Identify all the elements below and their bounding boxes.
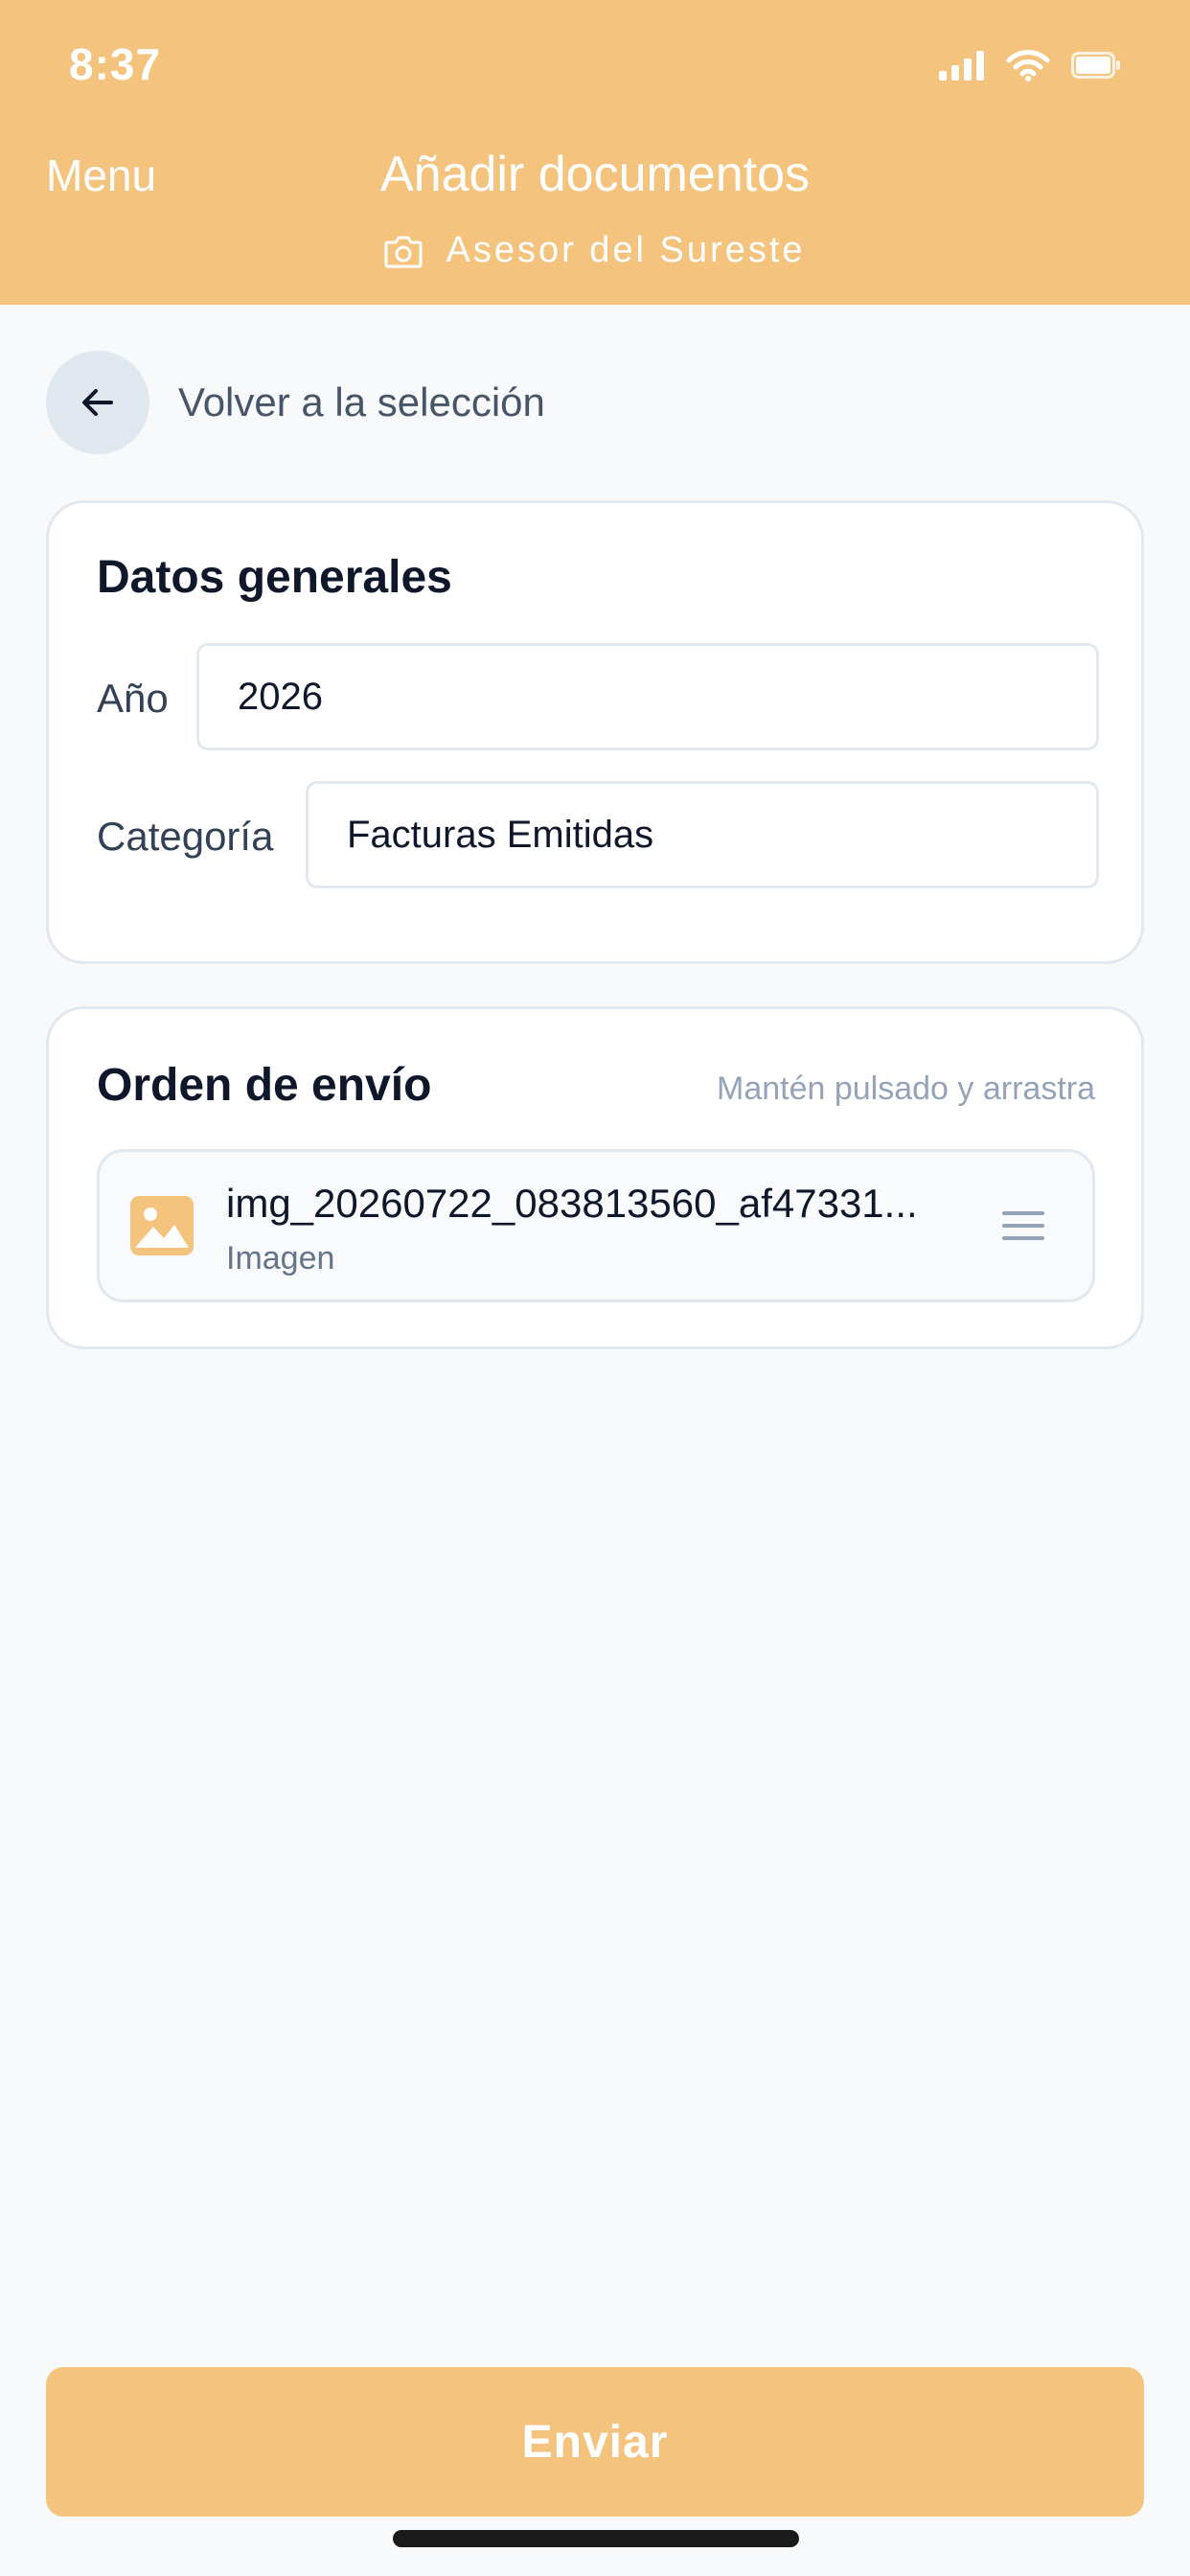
arrow-left-icon bbox=[82, 389, 113, 416]
file-type: Imagen bbox=[226, 1240, 335, 1276]
send-order-title: Orden de envío bbox=[97, 1060, 432, 1111]
status-time: 8:37 bbox=[69, 39, 162, 89]
file-name: img_20260722_083813560_af47331... bbox=[226, 1181, 918, 1226]
wifi-icon bbox=[1006, 50, 1050, 81]
drag-hint: Mantén pulsado y arrastra bbox=[717, 1070, 1095, 1107]
subtitle-label: Asesor del Sureste bbox=[446, 230, 806, 270]
send-button[interactable]: Enviar bbox=[46, 2367, 1144, 2517]
camera-icon bbox=[384, 236, 423, 267]
battery-icon bbox=[1071, 52, 1120, 79]
signal-icon bbox=[939, 51, 984, 80]
drag-handle-icon[interactable] bbox=[1000, 1209, 1046, 1242]
general-data-title: Datos generales bbox=[97, 552, 452, 603]
page-title: Añadir documentos bbox=[379, 147, 811, 202]
send-order-card: Orden de envío Mantén pulsado y arrastra… bbox=[46, 1006, 1144, 1349]
category-value: Facturas Emitidas bbox=[347, 813, 654, 856]
general-data-card: Datos generales Año 2026 Categoría Factu… bbox=[46, 500, 1144, 964]
image-icon bbox=[130, 1196, 194, 1255]
home-indicator bbox=[393, 2530, 799, 2547]
category-label: Categoría bbox=[97, 814, 274, 859]
year-label: Año bbox=[97, 676, 169, 721]
status-icons bbox=[939, 48, 1121, 82]
category-field[interactable]: Facturas Emitidas bbox=[306, 781, 1099, 888]
year-value: 2026 bbox=[238, 675, 323, 718]
back-row[interactable]: Volver a la selección bbox=[46, 351, 545, 454]
back-label[interactable]: Volver a la selección bbox=[178, 380, 545, 426]
file-item[interactable]: img_20260722_083813560_af47331... Imagen bbox=[97, 1149, 1095, 1302]
header-subtitle: Asesor del Sureste bbox=[0, 230, 1190, 271]
back-button[interactable] bbox=[46, 351, 149, 454]
app-header: 8:37 Menu Añadir documentos Asesor del S… bbox=[0, 0, 1190, 305]
year-field[interactable]: 2026 bbox=[196, 643, 1099, 750]
